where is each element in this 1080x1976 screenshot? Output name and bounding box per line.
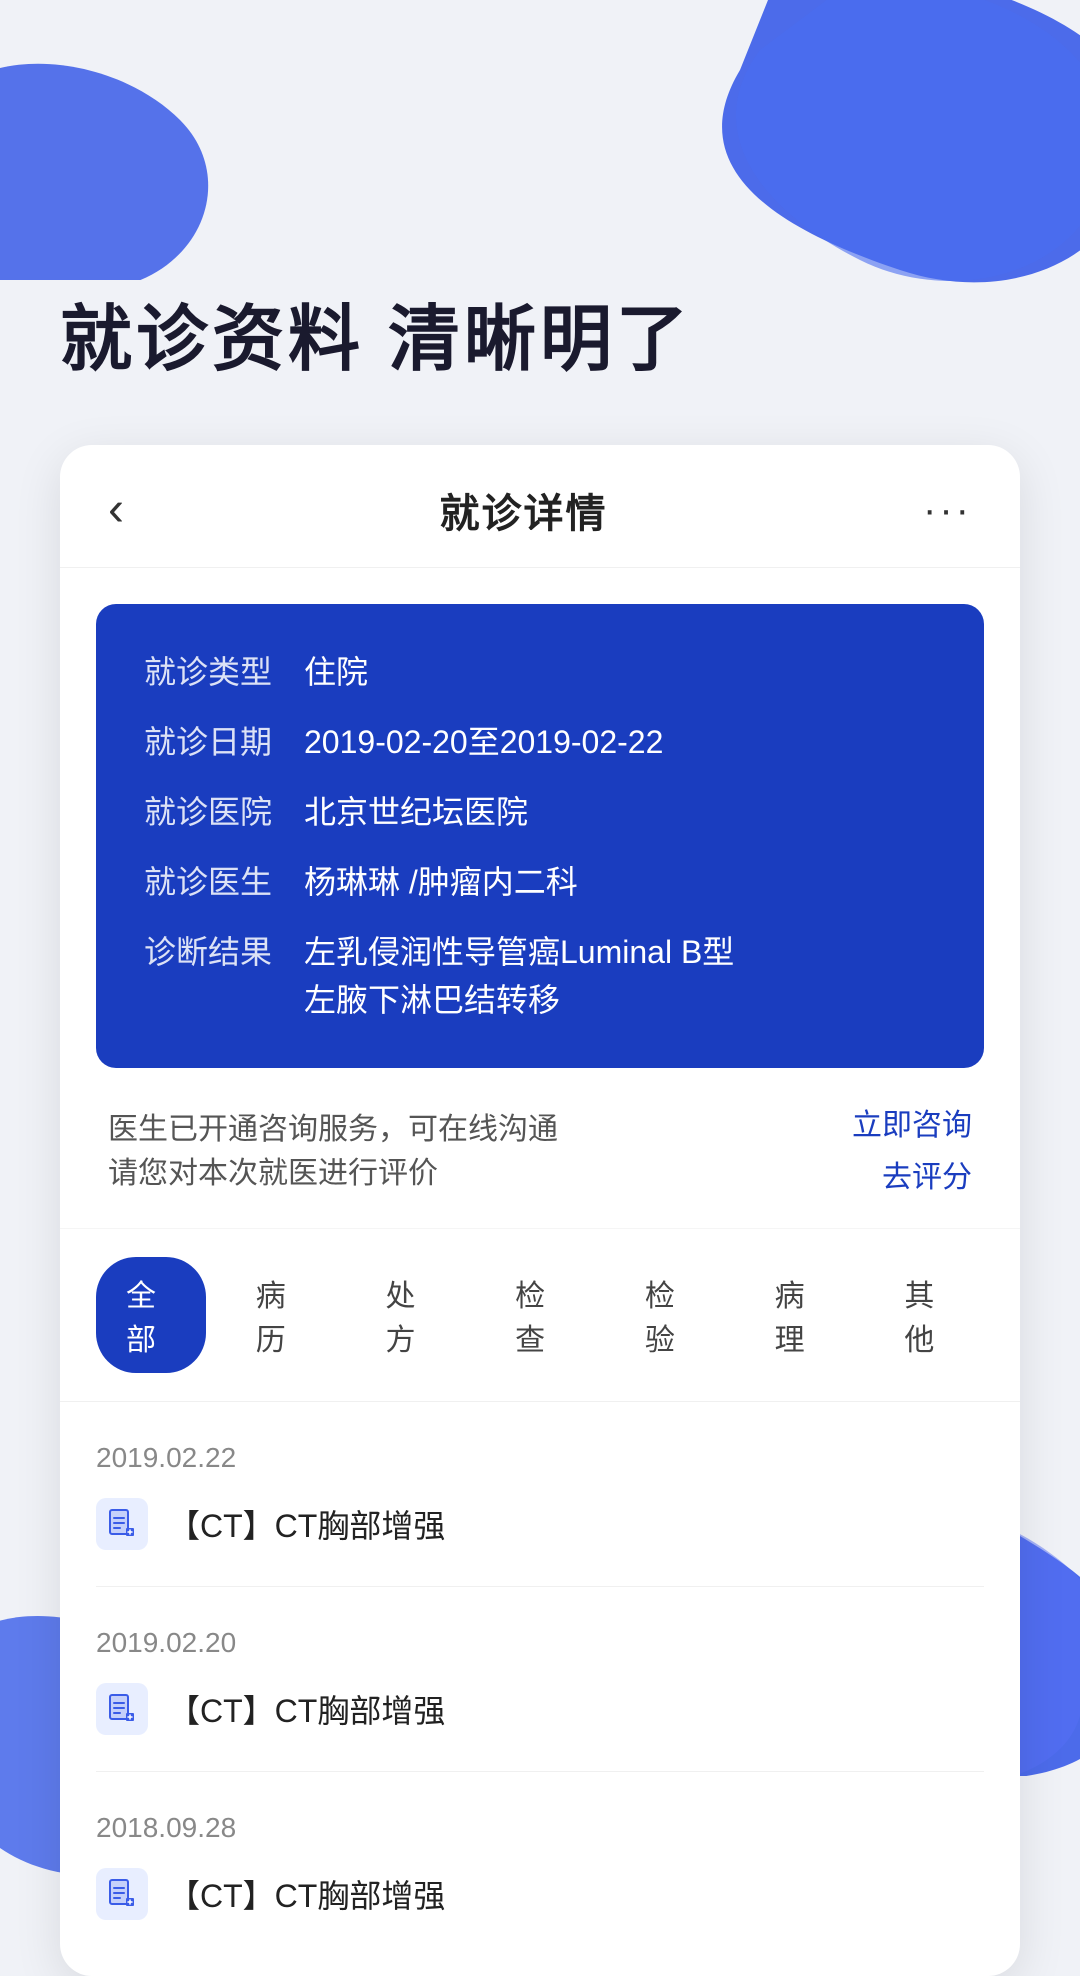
tab-prescription[interactable]: 处方 [355, 1257, 465, 1373]
doc-name-3: 【CT】CT胸部增强 [168, 1871, 445, 1917]
label-hospital: 就诊医院 [144, 788, 304, 836]
info-row-doctor: 就诊医生 杨琳琳 /肿瘤内二科 [144, 858, 936, 906]
doc-name-1: 【CT】CT胸部增强 [168, 1501, 445, 1547]
info-row-type: 就诊类型 住院 [144, 648, 936, 696]
label-type: 就诊类型 [144, 648, 304, 696]
doc-date-2: 2019.02.20 [96, 1587, 984, 1675]
more-button[interactable]: ··· [923, 496, 972, 524]
tab-pathology[interactable]: 病理 [745, 1257, 855, 1373]
action-text-2: 请您对本次就医进行评价 [108, 1148, 852, 1192]
value-doctor: 杨琳琳 /肿瘤内二科 [304, 858, 936, 906]
tab-examination[interactable]: 检查 [485, 1257, 595, 1373]
value-type: 住院 [304, 648, 936, 696]
doc-item-2[interactable]: 【CT】CT胸部增强 [96, 1675, 984, 1743]
action-row: 医生已开通咨询服务，可在线沟通 请您对本次就医进行评价 立即咨询 去评分 [60, 1068, 1020, 1229]
action-links: 立即咨询 去评分 [852, 1100, 972, 1196]
consult-link[interactable]: 立即咨询 [852, 1100, 972, 1144]
doc-icon-1 [96, 1498, 148, 1550]
label-diagnosis: 诊断结果 [144, 928, 304, 976]
info-row-hospital: 就诊医院 北京世纪坛医院 [144, 788, 936, 836]
doc-item-1[interactable]: 【CT】CT胸部增强 [96, 1490, 984, 1558]
document-list: 2019.02.22 【CT】CT胸部增强 [60, 1402, 1020, 1976]
tab-lab[interactable]: 检验 [615, 1257, 725, 1373]
back-button[interactable]: ‹ [108, 486, 124, 534]
doc-name-2: 【CT】CT胸部增强 [168, 1686, 445, 1732]
label-doctor: 就诊医生 [144, 858, 304, 906]
tab-all[interactable]: 全部 [96, 1257, 206, 1373]
filter-tabs: 全部 病历 处方 检查 检验 病理 其他 [60, 1229, 1020, 1402]
rate-link[interactable]: 去评分 [882, 1152, 972, 1196]
doc-date-1: 2019.02.22 [96, 1402, 984, 1490]
action-text-1: 医生已开通咨询服务，可在线沟通 [108, 1104, 852, 1148]
doc-icon-3 [96, 1868, 148, 1920]
value-date: 2019-02-20至2019-02-22 [304, 718, 936, 766]
value-hospital: 北京世纪坛医院 [304, 788, 936, 836]
card-title: 就诊详情 [440, 481, 608, 539]
info-row-date: 就诊日期 2019-02-20至2019-02-22 [144, 718, 936, 766]
card-header: ‹ 就诊详情 ··· [60, 445, 1020, 568]
doc-date-3: 2018.09.28 [96, 1772, 984, 1860]
action-texts: 医生已开通咨询服务，可在线沟通 请您对本次就医进行评价 [108, 1104, 852, 1192]
main-card: ‹ 就诊详情 ··· 就诊类型 住院 就诊日期 2019-02-20至2019-… [60, 445, 1020, 1976]
visit-info-block: 就诊类型 住院 就诊日期 2019-02-20至2019-02-22 就诊医院 … [96, 604, 984, 1068]
tab-other[interactable]: 其他 [874, 1257, 984, 1373]
value-diagnosis: 左乳侵润性导管癌Luminal B型 左腋下淋巴结转移 [304, 928, 936, 1024]
label-date: 就诊日期 [144, 718, 304, 766]
page-hero-title: 就诊资料 清晰明了 [60, 0, 1020, 445]
info-row-diagnosis: 诊断结果 左乳侵润性导管癌Luminal B型 左腋下淋巴结转移 [144, 928, 936, 1024]
doc-icon-2 [96, 1683, 148, 1735]
doc-item-3[interactable]: 【CT】CT胸部增强 [96, 1860, 984, 1928]
tab-medical-history[interactable]: 病历 [226, 1257, 336, 1373]
